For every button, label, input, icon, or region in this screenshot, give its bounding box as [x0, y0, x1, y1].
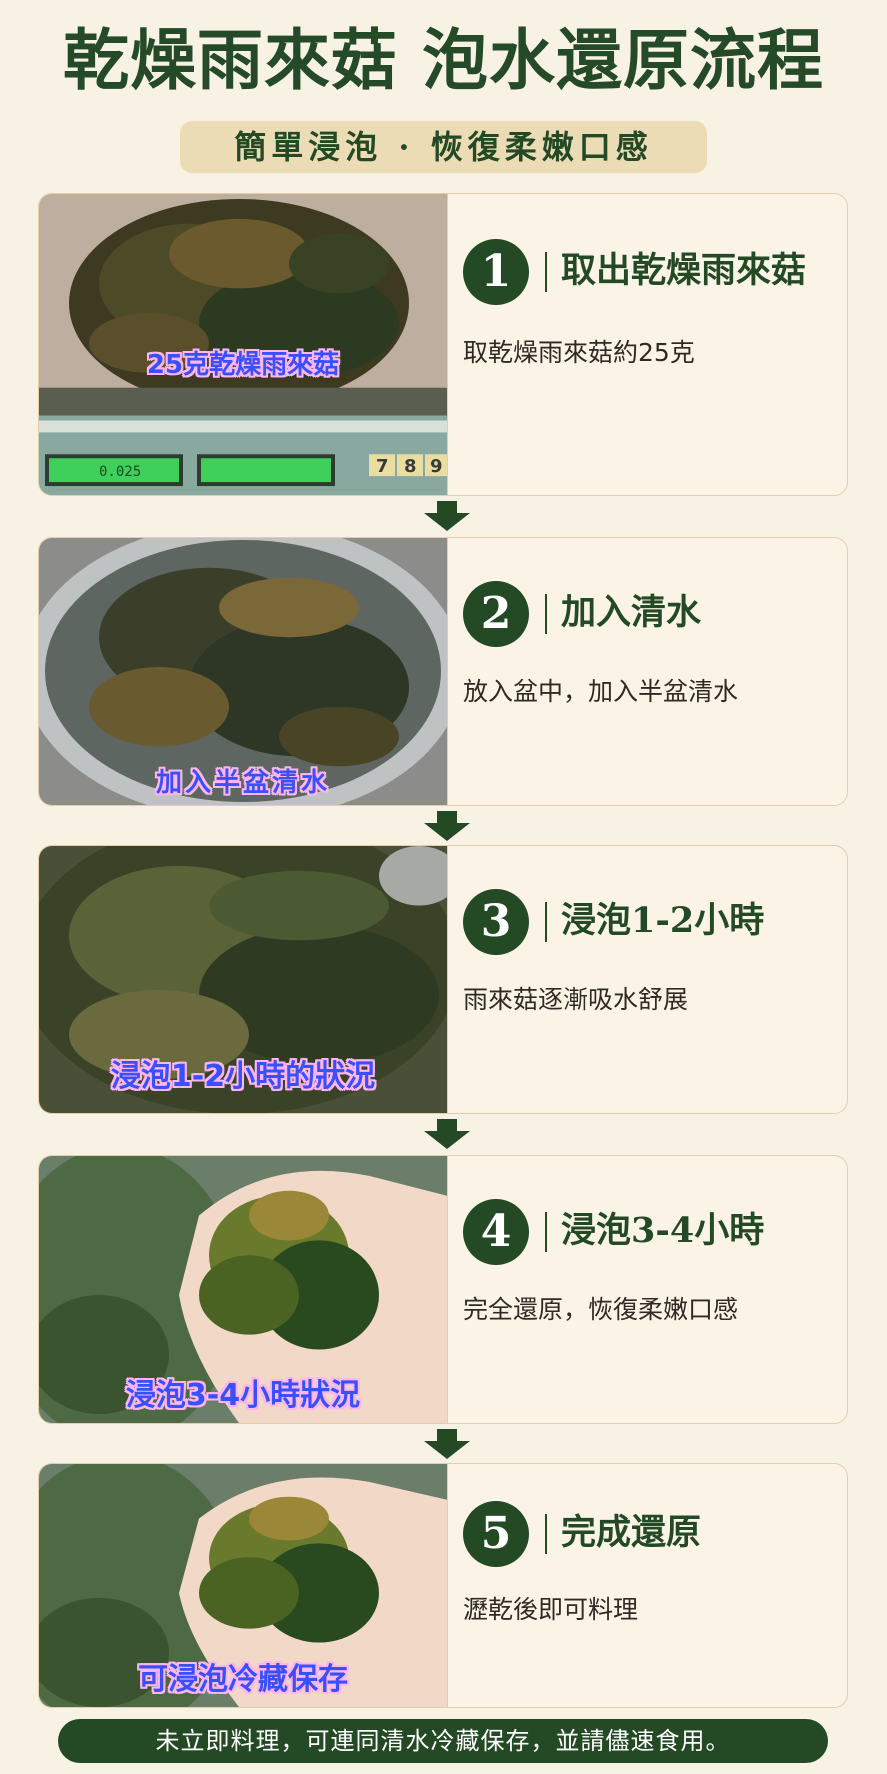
step-1-title: 取出乾燥雨來菇: [561, 250, 807, 291]
step-2-description: 放入盆中，加入半盆清水: [463, 677, 739, 706]
down-arrow-icon: [424, 1119, 470, 1149]
step-3-title: 浸泡1-2小時: [561, 900, 765, 941]
footer-note: 未立即料理，可連同清水冷藏保存，並請儘速食用。: [58, 1719, 828, 1763]
scale-key-9: 9: [430, 456, 443, 477]
step-2-photo-caption: 加入半盆清水: [155, 768, 330, 798]
step-4-title: 浸泡3-4小時: [561, 1210, 765, 1251]
step-1-photo-caption: 25克乾燥雨來菇: [146, 350, 340, 380]
step-card-3: 浸泡1-2小時的狀況 3 浸泡1-2小時 雨來菇逐漸吸水舒展: [38, 845, 848, 1114]
down-arrow-icon: [424, 1429, 470, 1459]
step-2-divider: [545, 594, 547, 634]
step-card-1: 0.025 7 8 9 25克乾燥雨來菇 1 取出乾燥雨來菇 取乾燥雨來菇約25…: [38, 193, 848, 496]
step-1-description: 取乾燥雨來菇約25克: [463, 338, 695, 367]
step-4-photo-caption: 浸泡3-4小時狀況: [125, 1378, 361, 1413]
step-1-photo: 0.025 7 8 9 25克乾燥雨來菇: [39, 194, 448, 495]
step-1-number-badge: 1: [463, 239, 529, 305]
step-2-number-badge: 2: [463, 581, 529, 647]
page-subtitle: 簡單浸泡 · 恢復柔嫩口感: [180, 121, 707, 173]
step-5-description: 瀝乾後即可料理: [463, 1595, 639, 1624]
step-1-divider: [545, 252, 547, 292]
step-4-number-badge: 4: [463, 1199, 529, 1265]
step-4-description: 完全還原，恢復柔嫩口感: [463, 1295, 739, 1324]
step-5-title: 完成還原: [561, 1512, 702, 1553]
step-3-photo-caption: 浸泡1-2小時的狀況: [110, 1059, 376, 1094]
step-2-title: 加入清水: [561, 592, 702, 633]
step-card-4: 浸泡3-4小時狀況 4 浸泡3-4小時 完全還原，恢復柔嫩口感: [38, 1155, 848, 1424]
scale-key-7: 7: [376, 456, 389, 477]
step-4-divider: [545, 1212, 547, 1252]
scale-readout: 0.025: [99, 464, 142, 480]
step-5-photo-caption: 可浸泡冷藏保存: [138, 1662, 348, 1697]
step-5-divider: [545, 1514, 547, 1554]
step-5-photo: 可浸泡冷藏保存: [39, 1464, 448, 1707]
down-arrow-icon: [424, 811, 470, 841]
step-card-5: 可浸泡冷藏保存 5 完成還原 瀝乾後即可料理: [38, 1463, 848, 1708]
step-3-description: 雨來菇逐漸吸水舒展: [463, 985, 689, 1014]
step-3-number-badge: 3: [463, 889, 529, 955]
step-3-divider: [545, 902, 547, 942]
step-5-number-badge: 5: [463, 1501, 529, 1567]
step-3-photo: 浸泡1-2小時的狀況: [39, 846, 448, 1113]
down-arrow-icon: [424, 501, 470, 531]
page-title: 乾燥雨來菇 泡水還原流程: [63, 21, 824, 99]
scale-key-8: 8: [404, 456, 417, 477]
step-2-photo: 加入半盆清水: [39, 538, 448, 805]
step-4-photo: 浸泡3-4小時狀況: [39, 1156, 448, 1423]
step-card-2: 加入半盆清水 2 加入清水 放入盆中，加入半盆清水: [38, 537, 848, 806]
